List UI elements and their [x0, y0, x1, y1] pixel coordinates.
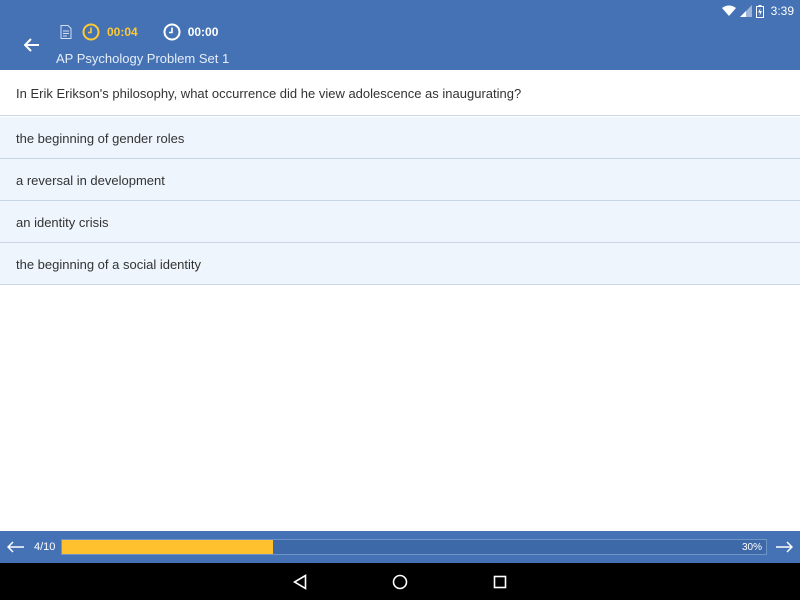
answer-option-1[interactable]: the beginning of gender roles: [0, 117, 800, 159]
answer-option-3[interactable]: an identity crisis: [0, 201, 800, 243]
app-bar: 3:39 00:04 00:00 AP Psychology Problem S…: [0, 0, 800, 70]
system-nav-bar: [0, 563, 800, 600]
arrow-right-icon: [776, 541, 793, 553]
total-timer: 00:00: [187, 25, 219, 39]
battery-icon: [755, 4, 764, 18]
clock-time: 3:39: [770, 4, 794, 18]
circle-home-icon: [392, 574, 408, 590]
system-home-button[interactable]: [390, 572, 410, 592]
answer-option-2[interactable]: a reversal in development: [0, 159, 800, 201]
square-recents-icon: [493, 575, 507, 589]
problem-set-title: AP Psychology Problem Set 1: [56, 51, 230, 66]
arrow-left-icon: [24, 38, 39, 52]
progress-footer: 4/10 30%: [0, 531, 800, 563]
question-text: In Erik Erikson's philosophy, what occur…: [0, 70, 800, 116]
back-button[interactable]: [18, 32, 46, 58]
next-question-button[interactable]: [774, 538, 794, 556]
system-recents-button[interactable]: [490, 572, 510, 592]
progress-fill: [62, 540, 274, 554]
elapsed-timer: 00:04: [107, 25, 138, 39]
signal-icon: [739, 5, 752, 17]
document-icon: [60, 25, 72, 39]
answer-list: the beginning of gender roles a reversal…: [0, 117, 800, 285]
arrow-left-icon: [7, 541, 24, 553]
clock-icon: [82, 23, 100, 41]
progress-track: 30%: [61, 539, 767, 555]
clock-icon: [163, 23, 181, 41]
wifi-icon: [721, 5, 736, 16]
previous-question-button[interactable]: [6, 538, 26, 556]
status-bar: 3:39: [721, 3, 794, 19]
triangle-back-icon: [293, 574, 307, 590]
answer-option-4[interactable]: the beginning of a social identity: [0, 243, 800, 285]
system-back-button[interactable]: [290, 572, 310, 592]
progress-percent: 30%: [741, 542, 762, 553]
question-count: 4/10: [34, 541, 56, 553]
timer-group: 00:04 00:00: [60, 22, 218, 42]
